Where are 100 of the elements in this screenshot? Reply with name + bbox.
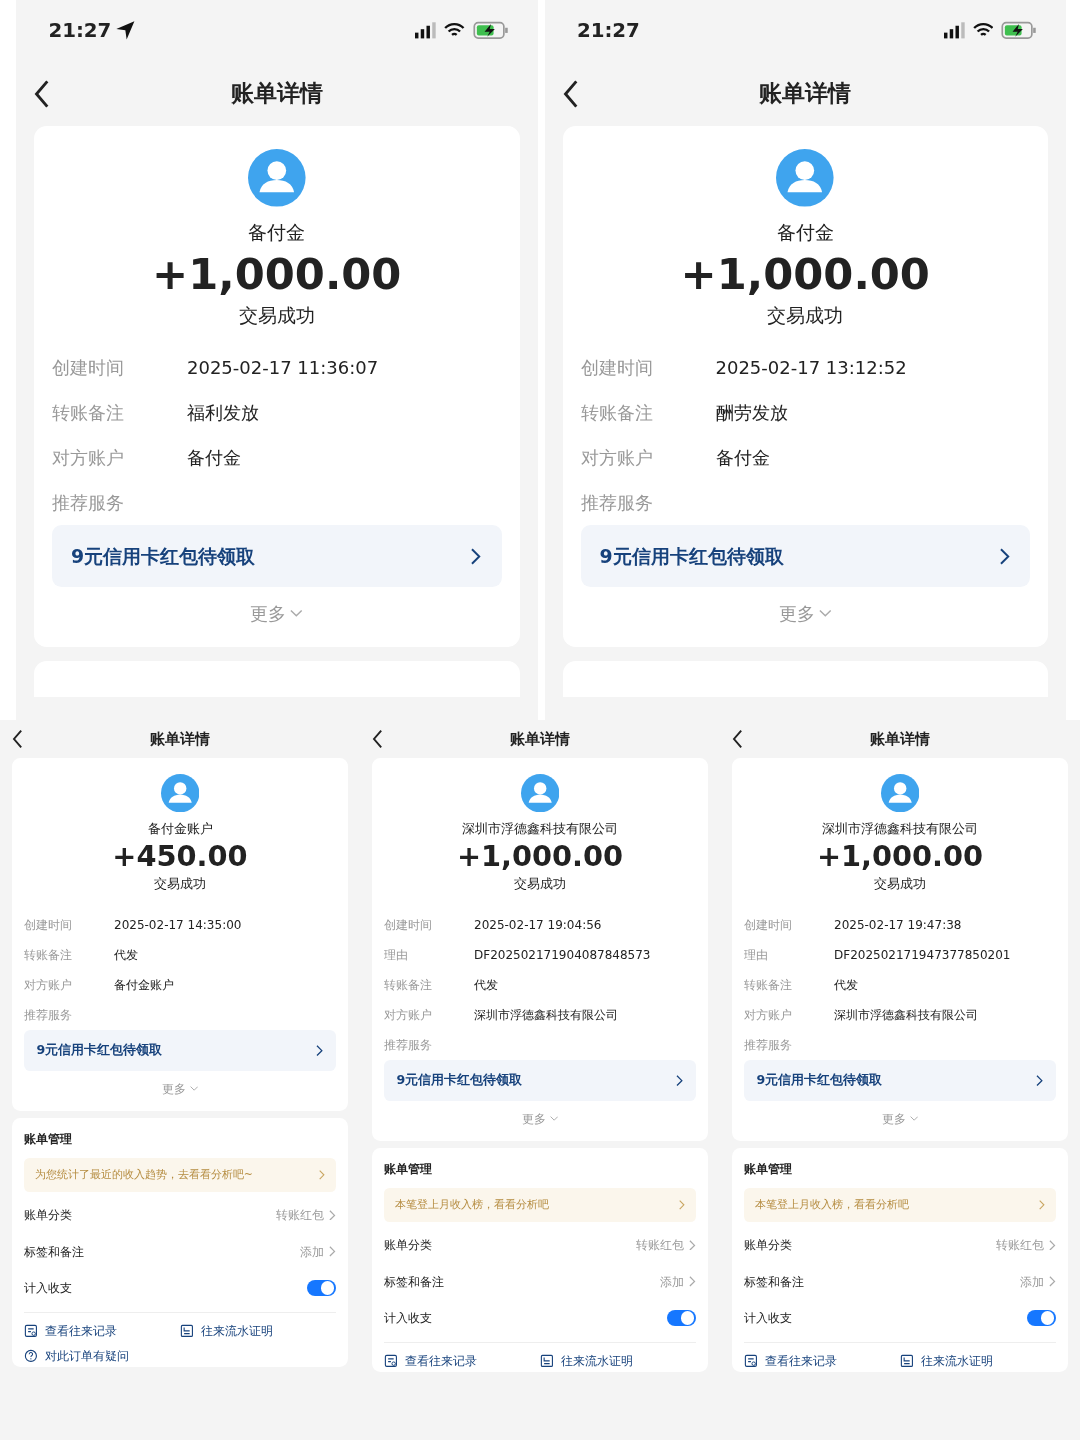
- section-label: 推荐服务: [744, 1036, 793, 1054]
- document-icon: [540, 1353, 554, 1368]
- section-title: 账单管理: [24, 1131, 73, 1149]
- detail-value: 备付金: [715, 446, 770, 470]
- status-time: 21:27: [576, 17, 640, 44]
- action-link[interactable]: 查看往来记录: [384, 1351, 540, 1370]
- analysis-tip[interactable]: 本笔登上月收入榜，看看分析吧: [384, 1187, 696, 1223]
- chevron-right-icon: [1047, 1239, 1056, 1251]
- chevron-right-icon: [1047, 1276, 1056, 1287]
- promo-banner[interactable]: 9元信用卡红包待领取: [580, 525, 1030, 588]
- detail-label: 转账备注: [24, 946, 73, 964]
- detail-value: 代发: [474, 976, 498, 994]
- amount: +1,000.00: [455, 838, 625, 875]
- back-icon: [10, 729, 24, 749]
- detail-value: 2025-02-17 19:47:38: [834, 916, 962, 934]
- section-label: 推荐服务: [52, 491, 125, 515]
- page-title: 账单详情: [150, 728, 210, 750]
- action-link[interactable]: 对此订单有疑问: [24, 1346, 180, 1365]
- transaction-status: 交易成功: [237, 302, 316, 328]
- setting-link[interactable]: 添加: [659, 1272, 696, 1291]
- payee-name: 深圳市浮德鑫科技有限公司: [461, 819, 619, 838]
- detail-label: 对方账户: [24, 976, 73, 994]
- battery-charging-icon: [472, 20, 509, 41]
- detail-label: 转账备注: [744, 976, 793, 994]
- setting-link[interactable]: 添加: [299, 1242, 336, 1261]
- more-button[interactable]: 更多: [778, 587, 832, 640]
- promo-banner[interactable]: 9元信用卡红包待领取: [384, 1059, 696, 1102]
- action-link[interactable]: 往来流水证明: [180, 1321, 336, 1340]
- chevron-right-icon: [469, 547, 483, 565]
- avatar-icon: [160, 774, 200, 813]
- back-icon: [370, 729, 384, 749]
- setting-label: 计入收支: [744, 1310, 792, 1328]
- detail-label: 创建时间: [384, 916, 433, 934]
- detail-value: 深圳市浮德鑫科技有限公司: [834, 1006, 978, 1024]
- setting-link[interactable]: 转账红包: [635, 1235, 696, 1254]
- chevron-right-icon: [327, 1209, 336, 1221]
- detail-label: 创建时间: [52, 356, 125, 380]
- page-title: 账单详情: [510, 728, 570, 750]
- status-time: 21:27: [48, 17, 112, 44]
- more-button[interactable]: 更多: [881, 1101, 919, 1137]
- detail-value: 2025-02-17 19:04:56: [474, 916, 602, 934]
- toggle-switch[interactable]: [667, 1309, 696, 1327]
- detail-value: 福利发放: [187, 401, 259, 425]
- analysis-tip[interactable]: 本笔登上月收入榜，看看分析吧: [744, 1187, 1056, 1223]
- setting-label: 账单分类: [24, 1206, 72, 1224]
- action-link[interactable]: 往来流水证明: [900, 1351, 1056, 1370]
- document-icon: [900, 1353, 914, 1368]
- setting-link[interactable]: 添加: [1019, 1272, 1056, 1291]
- action-link[interactable]: 查看往来记录: [24, 1321, 180, 1340]
- setting-link[interactable]: 转账红包: [275, 1205, 336, 1224]
- detail-label: 转账备注: [52, 401, 125, 425]
- promo-banner[interactable]: 9元信用卡红包待领取: [52, 525, 502, 588]
- more-button[interactable]: 更多: [521, 1101, 559, 1137]
- setting-label: 账单分类: [384, 1236, 432, 1254]
- detail-value: 2025-02-17 11:36:07: [187, 356, 379, 380]
- setting-label: 计入收支: [384, 1310, 432, 1328]
- action-link[interactable]: 查看往来记录: [744, 1351, 900, 1370]
- detail-value: 备付金账户: [114, 976, 174, 994]
- detail-label: 对方账户: [744, 1006, 793, 1024]
- more-button[interactable]: 更多: [161, 1071, 199, 1107]
- records-icon: [384, 1353, 398, 1368]
- action-link[interactable]: 往来流水证明: [540, 1351, 696, 1370]
- detail-label: 对方账户: [384, 1006, 433, 1024]
- section-label: 推荐服务: [24, 1006, 73, 1024]
- detail-value: 2025-02-17 13:12:52: [715, 356, 907, 380]
- detail-label: 理由: [744, 946, 769, 964]
- page-title: 账单详情: [759, 78, 852, 108]
- back-button[interactable]: [730, 729, 744, 749]
- promo-banner[interactable]: 9元信用卡红包待领取: [744, 1059, 1056, 1102]
- detail-label: 转账备注: [384, 976, 433, 994]
- toggle-switch[interactable]: [307, 1279, 336, 1297]
- back-button[interactable]: [10, 729, 24, 749]
- chevron-right-icon: [674, 1074, 684, 1087]
- analysis-tip[interactable]: 为您统计了最近的收入趋势，去看看分析吧~: [24, 1157, 336, 1193]
- section-title: 账单管理: [744, 1161, 793, 1179]
- back-icon: [730, 729, 744, 749]
- transaction-status: 交易成功: [153, 874, 207, 893]
- detail-value: 代发: [114, 946, 138, 964]
- page-title: 账单详情: [230, 78, 323, 108]
- setting-label: 标签和备注: [744, 1273, 804, 1291]
- detail-label: 创建时间: [580, 356, 654, 380]
- detail-label: 转账备注: [580, 401, 654, 425]
- records-icon: [24, 1323, 38, 1338]
- page-title: 账单详情: [870, 728, 930, 750]
- signal-icon: [415, 20, 436, 41]
- section-label: 推荐服务: [384, 1036, 433, 1054]
- section-label: 推荐服务: [580, 491, 654, 515]
- more-button[interactable]: 更多: [250, 587, 304, 640]
- setting-link[interactable]: 转账红包: [995, 1235, 1056, 1254]
- transaction-status: 交易成功: [766, 302, 845, 328]
- toggle-switch[interactable]: [1027, 1309, 1056, 1327]
- promo-banner[interactable]: 9元信用卡红包待领取: [24, 1029, 336, 1072]
- detail-value: 备付金: [187, 446, 241, 470]
- amount: +1,000.00: [151, 247, 403, 301]
- back-button[interactable]: [370, 729, 384, 749]
- detail-label: 对方账户: [52, 446, 125, 470]
- chevron-right-icon: [1037, 1200, 1046, 1210]
- chevron-right-icon: [317, 1170, 326, 1180]
- avatar-icon: [880, 774, 920, 813]
- detail-label: 创建时间: [24, 916, 73, 934]
